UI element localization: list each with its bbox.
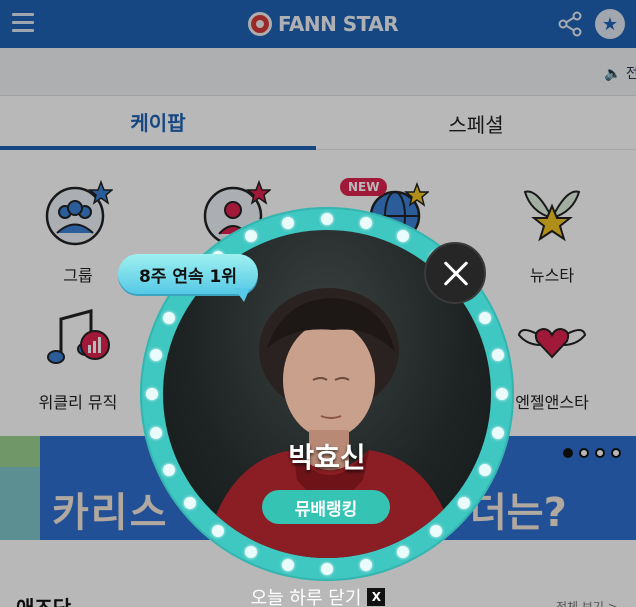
marquee-bulb xyxy=(211,524,224,537)
marquee-bulb xyxy=(478,312,491,325)
marquee-bulb xyxy=(396,545,409,558)
category-pill[interactable]: 뮤배랭킹 xyxy=(262,490,390,524)
marquee-bulb xyxy=(491,349,504,362)
marquee-bulb xyxy=(321,213,333,225)
marquee-bulb xyxy=(146,388,158,400)
marquee-bulb xyxy=(457,497,470,510)
marquee-bulb xyxy=(359,558,372,571)
close-today-label[interactable]: 오늘 하루 닫기 xyxy=(251,584,362,607)
marquee-bulb xyxy=(496,388,508,400)
marquee-bulb xyxy=(321,563,333,575)
artist-name: 박효신 xyxy=(288,441,366,474)
close-today-x-icon[interactable]: X xyxy=(367,587,386,606)
marquee-bulb xyxy=(491,426,504,439)
rank-badge-tail xyxy=(234,288,250,302)
marquee-bulb xyxy=(245,545,258,558)
marquee-bulb xyxy=(282,558,295,571)
popup-close-button[interactable] xyxy=(424,242,486,304)
close-today-control[interactable]: 오늘 하루 닫기 X xyxy=(0,586,636,607)
marquee-bulb xyxy=(430,524,443,537)
